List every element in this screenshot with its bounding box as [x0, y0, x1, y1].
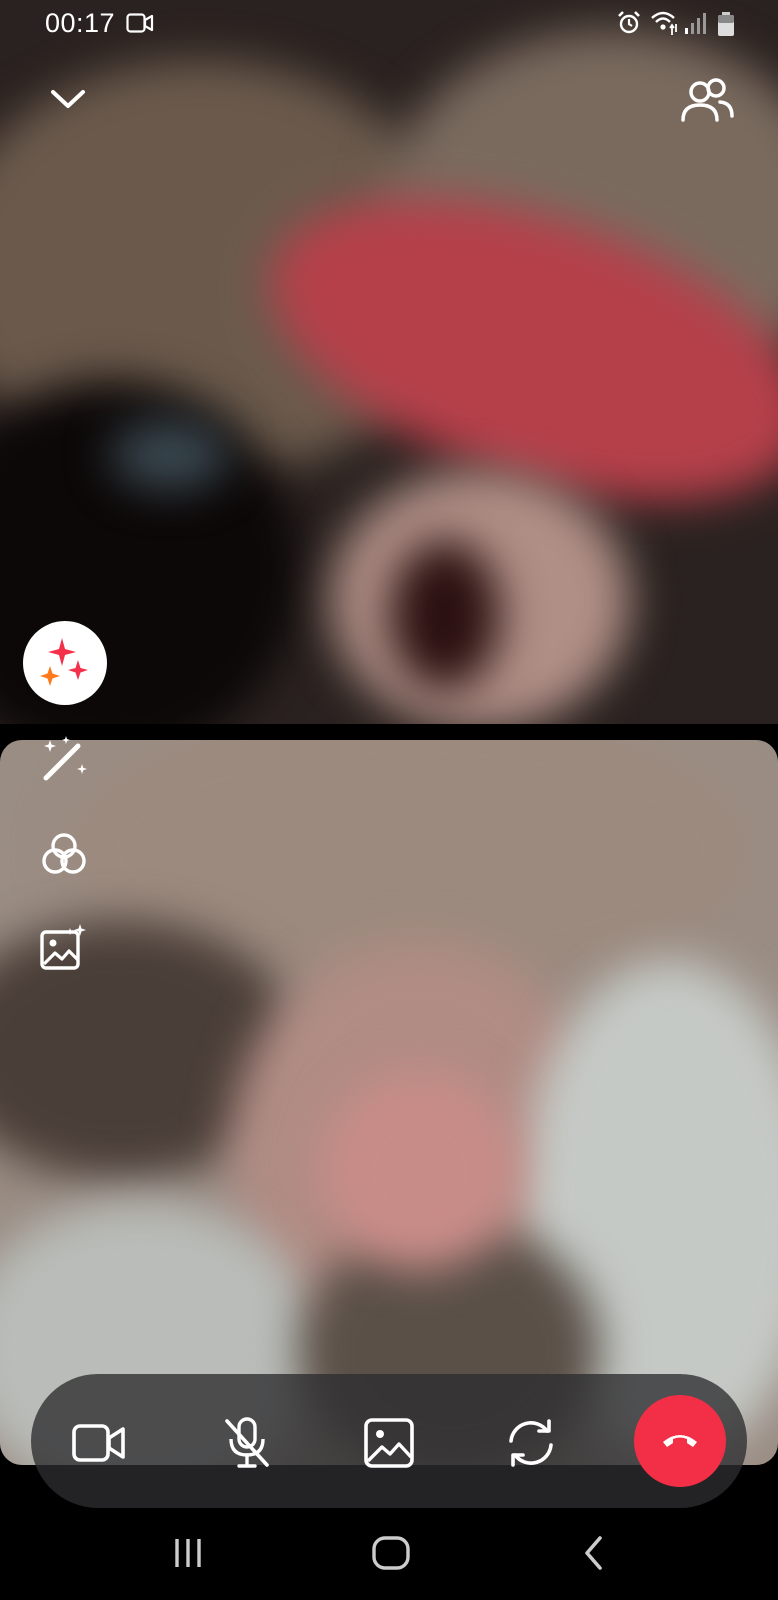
back-icon — [585, 1536, 602, 1570]
recent-apps-button[interactable] — [158, 1528, 218, 1578]
home-button[interactable] — [361, 1528, 421, 1578]
home-icon — [372, 1536, 410, 1570]
effects-button[interactable] — [23, 621, 107, 705]
feed-shade — [390, 540, 500, 690]
feed-shade — [110, 420, 230, 490]
magic-wand-icon[interactable] — [38, 734, 90, 786]
wifi-icon — [651, 11, 677, 35]
background-icon[interactable] — [38, 922, 90, 974]
battery-icon — [718, 12, 734, 36]
switch-camera-icon — [509, 1419, 553, 1467]
image-icon — [364, 1418, 414, 1468]
feed-shade — [320, 1070, 520, 1270]
color-filter-icon[interactable] — [38, 828, 90, 880]
back-button[interactable] — [564, 1528, 624, 1578]
recent-apps-icon — [175, 1539, 201, 1567]
video-camera-icon — [72, 1424, 125, 1462]
video-recording-icon — [126, 13, 154, 33]
participants-icon[interactable] — [680, 76, 736, 124]
status-bar: 00:17 — [0, 0, 778, 48]
mute-button[interactable] — [211, 1407, 283, 1479]
microphone-off-icon — [225, 1417, 269, 1468]
call-controls-bar — [31, 1374, 747, 1508]
sparkles-icon — [40, 638, 88, 686]
end-call-button[interactable] — [634, 1395, 726, 1487]
video-toggle-button[interactable] — [63, 1407, 135, 1479]
signal-icon — [685, 13, 706, 34]
chevron-down-icon[interactable] — [48, 84, 88, 114]
share-image-button[interactable] — [353, 1407, 425, 1479]
alarm-icon — [618, 11, 640, 34]
status-time: 00:17 — [45, 8, 116, 38]
remote-video-feed — [0, 0, 778, 724]
switch-camera-button[interactable] — [495, 1407, 567, 1479]
navigation-bar — [0, 1508, 778, 1600]
local-video-feed[interactable] — [0, 740, 778, 1465]
end-call-icon — [663, 1435, 697, 1447]
